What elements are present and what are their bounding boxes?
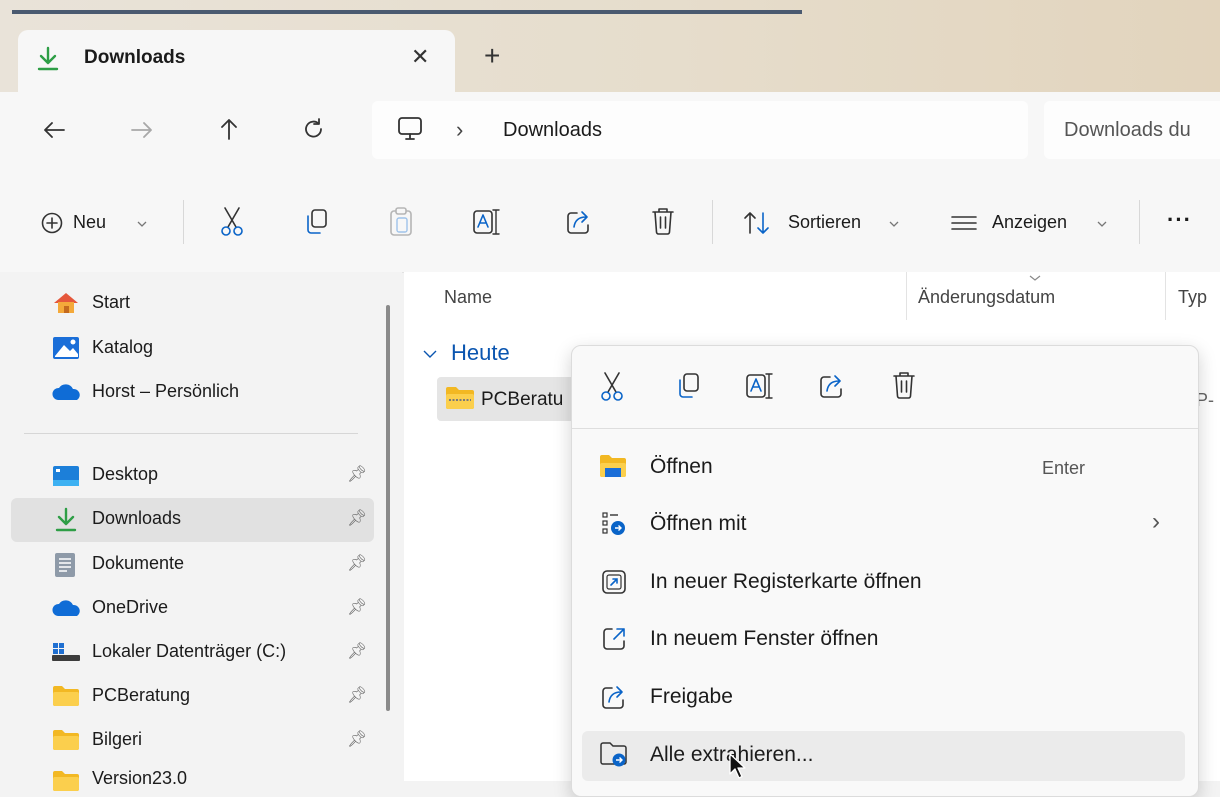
sidebar-item-desktop[interactable]: Desktop xyxy=(92,464,158,485)
rename-icon[interactable] xyxy=(744,371,774,401)
menu-item-open-new-tab[interactable]: In neuer Registerkarte öffnen xyxy=(650,570,922,594)
rename-icon[interactable] xyxy=(471,207,501,237)
desktop-icon xyxy=(53,466,79,486)
column-divider[interactable] xyxy=(1165,272,1166,320)
submenu-arrow-icon[interactable]: › xyxy=(1152,508,1160,536)
cut-icon[interactable] xyxy=(599,371,625,403)
sort-descending-chevron-icon xyxy=(1029,275,1041,281)
extract-icon xyxy=(600,742,627,767)
sidebar-item-pcberatung[interactable]: PCBeratung xyxy=(92,685,190,706)
sort-icon[interactable] xyxy=(742,210,772,236)
pin-icon[interactable]: 📌︎ xyxy=(347,553,367,573)
sidebar-item-bilgeri[interactable]: Bilgeri xyxy=(92,729,142,750)
sidebar-item-dokumente[interactable]: Dokumente xyxy=(92,553,184,574)
copy-icon[interactable] xyxy=(303,207,329,237)
home-icon xyxy=(54,293,78,313)
toolbar-divider xyxy=(712,200,713,244)
menu-item-open-with[interactable]: Öffnen mit xyxy=(650,512,747,536)
download-icon xyxy=(55,507,77,532)
onedrive-cloud-icon xyxy=(52,384,80,400)
menu-item-open-new-window[interactable]: In neuem Fenster öffnen xyxy=(650,627,878,651)
chevron-down-icon[interactable] xyxy=(136,219,148,229)
refresh-icon[interactable] xyxy=(302,117,326,141)
mouse-cursor-icon xyxy=(729,753,746,779)
up-arrow-icon[interactable] xyxy=(217,117,241,141)
cut-icon[interactable] xyxy=(219,206,245,238)
open-with-icon xyxy=(602,512,625,535)
group-header-today[interactable]: Heute xyxy=(451,340,510,366)
pin-icon[interactable]: 📌︎ xyxy=(347,685,367,705)
toolbar-divider xyxy=(183,200,184,244)
view-button-label[interactable]: Anzeigen xyxy=(992,212,1067,233)
folder-icon xyxy=(53,730,79,750)
menu-divider xyxy=(572,428,1198,429)
new-tab-button[interactable]: + xyxy=(484,40,500,72)
column-header-type[interactable]: Typ xyxy=(1178,287,1207,308)
sort-button-label[interactable]: Sortieren xyxy=(788,212,861,233)
new-button-label[interactable]: Neu xyxy=(73,212,106,233)
delete-icon[interactable] xyxy=(891,370,917,400)
share-icon xyxy=(602,686,624,709)
back-arrow-icon[interactable] xyxy=(42,119,66,141)
tab-close-button[interactable]: ✕ xyxy=(411,44,429,70)
pin-icon[interactable]: 📌︎ xyxy=(347,464,367,484)
delete-icon[interactable] xyxy=(650,206,676,236)
download-icon xyxy=(37,46,59,71)
address-bar[interactable] xyxy=(372,101,1028,159)
breadcrumb-downloads[interactable]: Downloads xyxy=(503,119,602,142)
forward-arrow-icon[interactable] xyxy=(130,119,154,141)
column-header-name[interactable]: Name xyxy=(444,287,492,308)
sidebar-item-onedrive[interactable]: OneDrive xyxy=(92,597,168,618)
search-placeholder: Downloads du xyxy=(1064,119,1191,141)
drive-icon xyxy=(52,643,80,661)
background-window-strip xyxy=(12,10,802,14)
nav-scrollbar[interactable] xyxy=(386,305,390,711)
computer-icon xyxy=(398,117,422,140)
sidebar-item-katalog[interactable]: Katalog xyxy=(92,337,153,358)
chevron-down-icon[interactable] xyxy=(1096,219,1108,229)
toolbar-divider xyxy=(1139,200,1140,244)
file-name[interactable]: PCBeratu xyxy=(481,389,563,411)
tab-title: Downloads xyxy=(84,47,186,68)
view-lines-icon[interactable] xyxy=(950,212,978,234)
menu-item-open-shortcut: Enter xyxy=(1042,458,1086,478)
pin-icon[interactable]: 📌︎ xyxy=(347,508,367,528)
share-icon[interactable] xyxy=(565,208,593,236)
folder-icon xyxy=(53,771,79,791)
new-tab-icon xyxy=(602,570,626,594)
folder-icon xyxy=(53,686,79,706)
breadcrumb-separator: › xyxy=(456,117,464,142)
sidebar-item-downloads[interactable]: Downloads xyxy=(92,508,181,529)
nav-divider xyxy=(24,433,358,434)
pin-icon[interactable]: 📌︎ xyxy=(347,597,367,617)
sidebar-item-start[interactable]: Start xyxy=(92,292,130,313)
column-divider[interactable] xyxy=(906,272,907,320)
pin-icon[interactable]: 📌︎ xyxy=(347,641,367,661)
new-window-icon xyxy=(603,628,625,650)
menu-item-open[interactable]: Öffnen xyxy=(650,455,713,479)
zip-folder-icon xyxy=(446,387,474,409)
gallery-icon xyxy=(53,337,79,359)
pin-icon[interactable]: 📌︎ xyxy=(347,729,367,749)
share-icon[interactable] xyxy=(818,372,846,400)
sidebar-item-local-disk[interactable]: Lokaler Datenträger (C:) xyxy=(92,641,286,662)
folder-open-icon xyxy=(600,455,626,477)
documents-icon xyxy=(55,553,75,577)
paste-icon xyxy=(390,207,412,236)
menu-item-share[interactable]: Freigabe xyxy=(650,685,733,709)
sidebar-item-horst[interactable]: Horst – Persönlich xyxy=(92,381,239,402)
sidebar-item-version[interactable]: Version23.0 xyxy=(92,768,187,789)
plus-circle-icon[interactable] xyxy=(40,211,64,235)
onedrive-cloud-icon xyxy=(52,600,80,616)
column-header-date[interactable]: Änderungsdatum xyxy=(918,287,1055,308)
group-collapse-chevron-icon[interactable] xyxy=(422,348,438,360)
more-options-button[interactable]: ··· xyxy=(1167,207,1192,233)
copy-icon[interactable] xyxy=(675,371,701,401)
chevron-down-icon[interactable] xyxy=(888,219,900,229)
